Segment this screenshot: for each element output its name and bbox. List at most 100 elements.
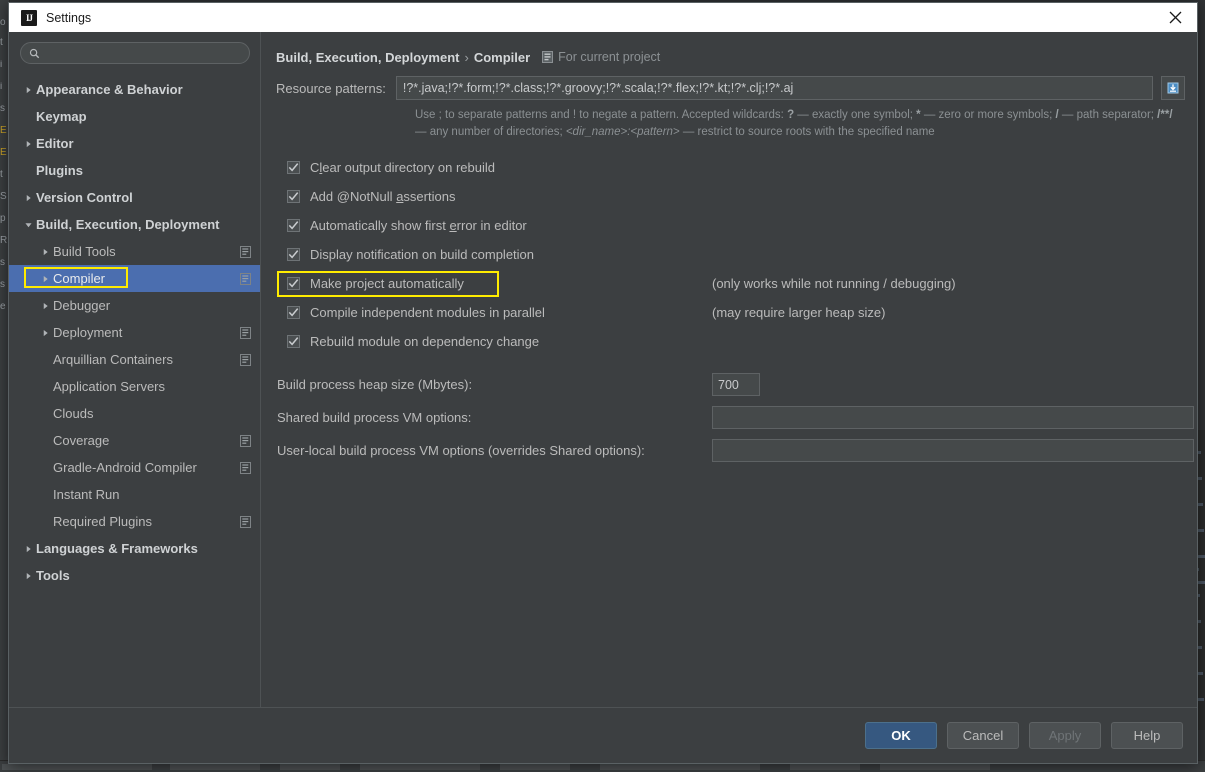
checkbox-row-automatically-show-first-error-in-editor[interactable]: Automatically show first error in editor	[276, 211, 1185, 240]
ide-status-bar-segment	[170, 764, 260, 770]
checkbox-row-compile-independent-modules-in-parallel[interactable]: Compile independent modules in parallel (…	[276, 298, 1185, 327]
tree-expand-arrow[interactable]	[20, 572, 36, 580]
checkbox-row-rebuild-module-on-dependency-change[interactable]: Rebuild module on dependency change	[276, 327, 1185, 356]
sidebar-item-label: Tools	[36, 568, 70, 583]
tree-expand-arrow[interactable]	[37, 302, 53, 310]
checkbox-add-notnull-assertions[interactable]	[287, 190, 300, 203]
checkbox-row-clear-output-directory-on-rebuild[interactable]: Clear output directory on rebuild	[276, 153, 1185, 182]
chevron-right-icon	[26, 140, 31, 147]
ok-button[interactable]: OK	[865, 722, 937, 749]
chevron-right-icon	[43, 248, 48, 255]
sidebar-item-tools[interactable]: Tools	[9, 562, 260, 589]
checkbox-row-display-notification-on-build-completion[interactable]: Display notification on build completion	[276, 240, 1185, 269]
search-row	[9, 42, 260, 74]
project-scope-badge: For current project	[542, 50, 660, 64]
tree-expand-arrow[interactable]	[20, 86, 36, 94]
chevron-right-icon	[26, 194, 31, 201]
tree-expand-arrow[interactable]	[20, 545, 36, 553]
sidebar-item-gradle-android-compiler[interactable]: Gradle-Android Compiler	[9, 454, 260, 481]
field-input-build-process-heap-size-mbytes[interactable]	[712, 373, 760, 396]
search-field[interactable]	[20, 42, 250, 64]
ide-status-bar-segment	[2, 764, 152, 770]
project-scope-icon	[240, 245, 251, 258]
project-scope-icon	[240, 353, 251, 366]
sidebar-item-application-servers[interactable]: Application Servers	[9, 373, 260, 400]
checkmark-icon	[288, 221, 299, 230]
resource-patterns-input[interactable]	[395, 76, 1153, 100]
sidebar-item-required-plugins[interactable]: Required Plugins	[9, 508, 260, 535]
sidebar-item-appearance-behavior[interactable]: Appearance & Behavior	[9, 76, 260, 103]
sidebar-item-arquillian-containers[interactable]: Arquillian Containers	[9, 346, 260, 373]
checkbox-clear-output-directory-on-rebuild[interactable]	[287, 161, 300, 174]
field-input-shared-build-process-vm-options[interactable]	[712, 406, 1194, 429]
sidebar-item-build-execution-deployment[interactable]: Build, Execution, Deployment	[9, 211, 260, 238]
sidebar-item-instant-run[interactable]: Instant Run	[9, 481, 260, 508]
checkbox-row-make-project-automatically[interactable]: Make project automatically (only works wh…	[276, 269, 1185, 298]
tree-expand-arrow[interactable]	[37, 248, 53, 256]
hint-wildcard-globstar: /**/	[1157, 109, 1173, 121]
sidebar-item-version-control[interactable]: Version Control	[9, 184, 260, 211]
field-label: User-local build process VM options (ove…	[277, 443, 645, 458]
sidebar-item-label: Plugins	[36, 163, 83, 178]
field-label: Build process heap size (Mbytes):	[277, 377, 473, 392]
sidebar-item-languages-frameworks[interactable]: Languages & Frameworks	[9, 535, 260, 562]
checkbox-automatically-show-first-error-in-editor[interactable]	[287, 219, 300, 232]
expand-editor-icon[interactable]	[1161, 76, 1185, 100]
checkmark-icon	[288, 279, 299, 288]
sidebar-item-label: Coverage	[53, 433, 110, 448]
tree-expand-arrow[interactable]	[37, 329, 53, 337]
sidebar-item-plugins[interactable]: Plugins	[9, 157, 260, 184]
search-input[interactable]	[40, 46, 249, 60]
close-icon[interactable]	[1153, 3, 1197, 32]
tree-expand-arrow[interactable]	[20, 194, 36, 202]
checkbox-label: Display notification on build completion	[310, 247, 535, 262]
sidebar-item-debugger[interactable]: Debugger	[9, 292, 260, 319]
checkmark-icon	[288, 192, 299, 201]
sidebar-item-keymap[interactable]: Keymap	[9, 103, 260, 130]
resource-patterns-hint: Use ; to separate patterns and ! to nega…	[415, 107, 1185, 141]
intellij-idea-logo-icon: IJ	[21, 9, 37, 26]
chevron-right-icon	[43, 302, 48, 309]
help-button[interactable]: Help	[1111, 722, 1183, 749]
tree-expand-arrow[interactable]	[20, 221, 36, 229]
sidebar-item-label: Deployment	[53, 325, 123, 340]
sidebar-item-deployment[interactable]: Deployment	[9, 319, 260, 346]
checkbox-make-project-automatically[interactable]	[287, 277, 300, 290]
sidebar-item-label: Build, Execution, Deployment	[36, 217, 220, 232]
apply-button[interactable]: Apply	[1029, 722, 1101, 749]
tree-expand-arrow[interactable]	[37, 275, 53, 283]
sidebar-item-build-tools[interactable]: Build Tools	[9, 238, 260, 265]
checkbox-display-notification-on-build-completion[interactable]	[287, 248, 300, 261]
sidebar-item-coverage[interactable]: Coverage	[9, 427, 260, 454]
sidebar-item-label: Instant Run	[53, 487, 120, 502]
checkbox-note: (only works while not running / debuggin…	[712, 276, 956, 291]
sidebar-item-compiler[interactable]: Compiler	[9, 265, 260, 292]
breadcrumb-root[interactable]: Build, Execution, Deployment	[276, 50, 459, 65]
tree-expand-arrow[interactable]	[20, 140, 36, 148]
checkmark-icon	[288, 308, 299, 317]
sidebar-item-label: Languages & Frameworks	[36, 541, 198, 556]
ide-status-bar-segment	[280, 764, 340, 770]
resource-patterns-row: Resource patterns:	[276, 76, 1185, 100]
checkbox-label: Add @NotNull assertions	[310, 189, 456, 204]
sidebar-item-clouds[interactable]: Clouds	[9, 400, 260, 427]
hint-text-2b: — any number of directories;	[415, 126, 566, 138]
checkbox-row-add-notnull-assertions[interactable]: Add @NotNull assertions	[276, 182, 1185, 211]
field-input-user-local-build-process-vm-options-overrides-shared-options[interactable]	[712, 439, 1194, 462]
dialog-title: Settings	[46, 10, 92, 25]
chevron-right-icon	[26, 545, 31, 552]
ide-status-bar-segment	[360, 764, 480, 770]
checkbox-compile-independent-modules-in-parallel[interactable]	[287, 306, 300, 319]
dialog-title-bar: IJ Settings	[9, 3, 1197, 32]
project-scope-text: For current project	[558, 50, 661, 64]
sidebar-item-editor[interactable]: Editor	[9, 130, 260, 157]
checkmark-icon	[288, 163, 299, 172]
dialog-body: Appearance & Behavior Keymap Editor Plugins…	[9, 32, 1197, 707]
checkbox-label: Compile independent modules in parallel	[310, 305, 545, 320]
checkbox-rebuild-module-on-dependency-change[interactable]	[287, 335, 300, 348]
checkbox-label: Automatically show first error in editor	[310, 218, 527, 233]
checkmark-icon	[288, 250, 299, 259]
hint-dirname-pattern: <dir_name>:<pattern>	[565, 126, 680, 138]
field-label: Shared build process VM options:	[277, 410, 472, 425]
cancel-button[interactable]: Cancel	[947, 722, 1019, 749]
